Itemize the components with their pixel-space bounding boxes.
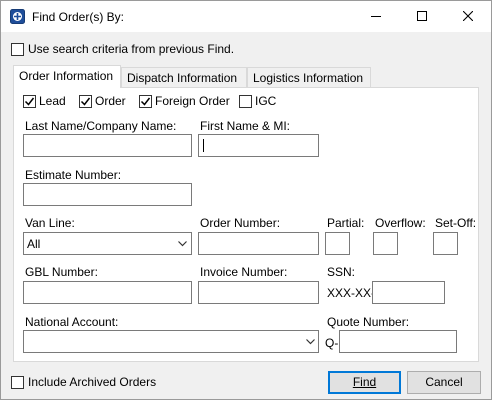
estimate-number-label: Estimate Number:	[25, 168, 122, 182]
ssn-prefix: XXX-XX-	[327, 286, 376, 300]
chevron-down-icon	[178, 241, 187, 247]
order-label: Order	[95, 94, 126, 108]
use-previous-label: Use search criteria from previous Find.	[28, 42, 235, 56]
overflow-input[interactable]	[373, 232, 398, 255]
tab-order-information-label: Order Information	[19, 69, 114, 83]
overflow-label: Overflow:	[375, 216, 426, 230]
van-line-value: All	[27, 237, 41, 251]
include-archived-checkbox[interactable]	[11, 376, 24, 389]
national-account-label: National Account:	[25, 315, 119, 329]
partial-input[interactable]	[325, 232, 350, 255]
lead-checkbox[interactable]	[23, 95, 36, 108]
quote-number-input[interactable]	[339, 330, 457, 353]
first-name-label: First Name & MI:	[200, 119, 291, 133]
tab-dispatch-information[interactable]: Dispatch Information	[121, 67, 247, 87]
cancel-button-label: Cancel	[425, 375, 463, 389]
find-button-label: Find	[352, 375, 377, 389]
invoice-number-label: Invoice Number:	[200, 265, 288, 279]
minimize-icon	[371, 16, 381, 17]
maximize-icon	[417, 11, 427, 21]
app-icon	[10, 9, 25, 24]
checkmark-icon	[140, 97, 151, 106]
set-off-input[interactable]	[433, 232, 458, 255]
include-archived-label: Include Archived Orders	[28, 375, 157, 389]
estimate-number-input[interactable]	[23, 183, 192, 206]
close-button[interactable]	[445, 1, 491, 32]
use-previous-checkbox[interactable]	[11, 43, 24, 56]
gbl-number-label: GBL Number:	[25, 265, 98, 279]
order-checkbox[interactable]	[79, 95, 92, 108]
checkmark-icon	[80, 97, 91, 106]
checkmark-icon	[24, 97, 35, 106]
close-icon	[463, 11, 473, 21]
van-line-label: Van Line:	[25, 216, 75, 230]
last-name-input[interactable]	[23, 134, 192, 157]
maximize-button[interactable]	[399, 1, 445, 32]
invoice-number-input[interactable]	[198, 281, 319, 304]
ssn-label: SSN:	[327, 265, 356, 279]
set-off-label: Set-Off:	[435, 216, 477, 230]
find-orders-dialog: Find Order(s) By: Use search criteria fr…	[0, 0, 492, 400]
text-cursor	[203, 139, 204, 152]
quote-prefix: Q-	[325, 336, 339, 350]
cancel-button[interactable]: Cancel	[407, 371, 481, 394]
tab-logistics-information-label: Logistics Information	[253, 71, 364, 85]
tab-dispatch-information-label: Dispatch Information	[127, 71, 238, 85]
order-number-label: Order Number:	[200, 216, 281, 230]
foreign-order-label: Foreign Order	[155, 94, 230, 108]
tab-logistics-information[interactable]: Logistics Information	[247, 67, 371, 87]
window-title: Find Order(s) By:	[32, 10, 125, 24]
gbl-number-input[interactable]	[23, 281, 192, 304]
quote-number-label: Quote Number:	[327, 315, 410, 329]
tab-order-information[interactable]: Order Information	[13, 65, 121, 88]
igc-label: IGC	[255, 94, 277, 108]
partial-label: Partial:	[327, 216, 365, 230]
foreign-order-checkbox[interactable]	[139, 95, 152, 108]
last-name-label: Last Name/Company Name:	[25, 119, 177, 133]
national-account-select[interactable]	[23, 330, 319, 353]
first-name-input[interactable]	[198, 134, 319, 157]
find-button[interactable]: Find	[328, 371, 401, 394]
igc-checkbox[interactable]	[239, 95, 252, 108]
title-bar: Find Order(s) By:	[1, 1, 491, 32]
order-number-input[interactable]	[198, 232, 319, 255]
ssn-input[interactable]	[372, 281, 445, 304]
minimize-button[interactable]	[353, 1, 399, 32]
van-line-select[interactable]: All	[23, 232, 192, 255]
lead-label: Lead	[39, 94, 66, 108]
chevron-down-icon	[306, 339, 315, 345]
